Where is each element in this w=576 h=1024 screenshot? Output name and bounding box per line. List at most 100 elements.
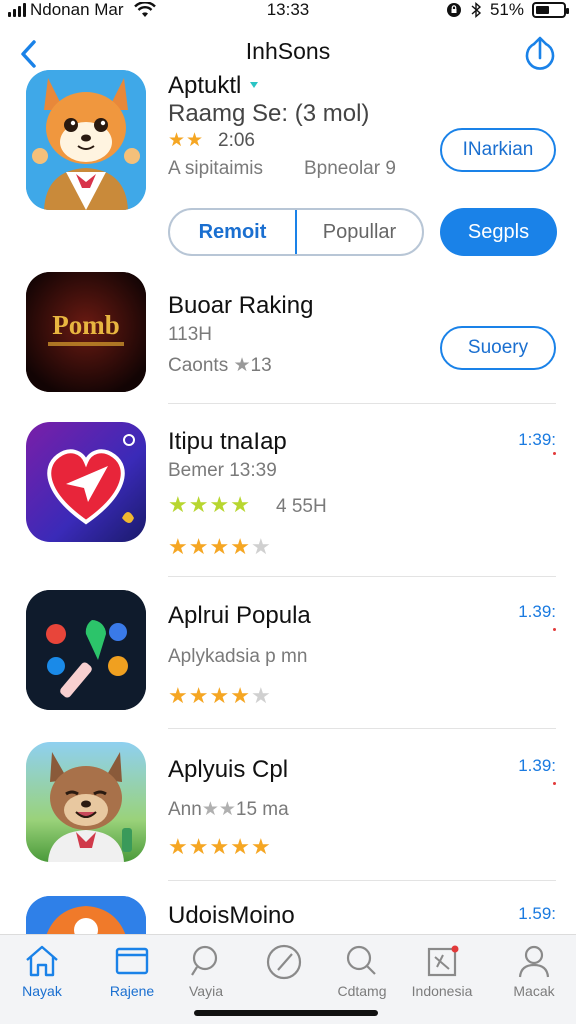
app-rating: 13 (250, 355, 272, 376)
person-icon (518, 945, 550, 978)
star-filled-icon: ★ (188, 534, 210, 559)
shapes-logo (26, 590, 146, 710)
star-filled-icon: ★ (209, 834, 231, 859)
star-filled-icon: ★ (188, 492, 210, 517)
header-app-name: Aptuktl (168, 72, 242, 99)
app-meta-secondary: Caonts ★13 (168, 354, 272, 377)
app-meta: Aplykadsia p mn (168, 646, 308, 667)
tab-search-2[interactable]: Cdtamg (322, 943, 402, 999)
dog-illustration (26, 742, 146, 862)
star-filled-icon: ★ (230, 492, 251, 517)
tab-label: Indonesia (411, 983, 473, 999)
app-icon-game[interactable]: Pomb (26, 272, 146, 392)
battery-icon (532, 2, 569, 18)
fox-illustration (26, 70, 146, 210)
star-filled-icon: ★ (209, 492, 231, 517)
star-icon: ★ (233, 355, 251, 376)
segmented-control: Remoit Popullar (168, 208, 424, 256)
star-empty-icon: ★ (250, 683, 272, 708)
tab-profile[interactable]: Macak (494, 943, 574, 999)
app-stars: ★★★★★ (168, 834, 272, 860)
header-app-action-button[interactable]: INarkian (440, 128, 556, 172)
star-filled-icon: ★ (230, 834, 251, 859)
app-price[interactable]: 1:39: (518, 430, 556, 450)
star-filled-icon: ★ (209, 534, 231, 559)
star-filled-icon: ★ (230, 534, 251, 559)
header-app-subtitle: Raamg Se: (3 mol) (168, 100, 370, 127)
app-icon-fox[interactable] (26, 70, 146, 210)
app-meta-text: Ann (168, 799, 202, 820)
tab-browse[interactable]: Rajene (92, 943, 172, 999)
search-icon (191, 945, 218, 976)
inline-stars: ★★ (201, 799, 236, 820)
app-icon-dog[interactable] (26, 742, 146, 862)
header-app-info-left: A sipitaimis (168, 158, 264, 179)
app-meta-suffix: 15 ma (235, 799, 289, 820)
star-filled-icon: ★ (188, 834, 210, 859)
app-name: Buoar Raking (168, 292, 314, 319)
app-price[interactable]: 1.39: (518, 756, 556, 776)
app-price[interactable]: 1.59: (518, 904, 556, 924)
app-stars: ★★★★★ (168, 534, 272, 560)
divider (168, 576, 556, 577)
status-bar: Ndonan Mar 13:33 51% (0, 0, 576, 22)
svg-text:Pomb: Pomb (52, 310, 120, 340)
app-stars: ★★★★★ (168, 683, 272, 709)
header-app-rating-text: 2:06 (218, 130, 255, 151)
primary-button[interactable]: Segpls (440, 208, 557, 256)
app-icon-heart[interactable] (26, 422, 146, 542)
app-icon-partial[interactable] (26, 896, 146, 936)
tab-search[interactable]: Vayia (166, 943, 246, 999)
divider (168, 880, 556, 881)
app-name: UdoisMoino (168, 902, 295, 929)
price-indicator (553, 628, 556, 631)
home-indicator[interactable] (194, 1010, 378, 1016)
game-logo: Pomb (26, 272, 146, 392)
star-filled-icon: ★ (168, 683, 189, 708)
bluetooth-icon (471, 1, 482, 19)
star-filled-icon: ★ (230, 683, 251, 708)
segment-popular[interactable]: Popullar (295, 210, 422, 254)
app-name: Itipu tnaIap (168, 428, 287, 455)
app-meta: 113H (168, 324, 213, 345)
segment-recent[interactable]: Remoit (170, 210, 295, 254)
app-stars-green: ★★★★ (168, 492, 251, 518)
tab-explore[interactable] (244, 943, 324, 985)
lock-rotation-icon (446, 3, 461, 17)
tab-label: Vayia (189, 983, 223, 999)
divider (168, 728, 556, 729)
tab-bar: Nayak Rajene Vayia Cdtamg Indonesia Maca… (0, 934, 576, 1024)
browser-icon (115, 947, 149, 975)
app-price[interactable]: 1.39: (518, 602, 556, 622)
tab-label: Macak (513, 983, 555, 999)
price-indicator (553, 782, 556, 785)
battery-percent: 51% (489, 0, 524, 19)
star-filled-icon: ★ (168, 492, 189, 517)
tab-indonesia[interactable]: Indonesia (402, 943, 482, 999)
tab-label: Cdtamg (337, 983, 387, 999)
app-category: Caonts (168, 355, 229, 376)
share-icon[interactable] (522, 34, 558, 74)
app-meta-secondary: 4 55H (276, 496, 327, 517)
search-icon (346, 945, 376, 975)
star-filled-icon: ★ (209, 683, 231, 708)
heart-send-logo (26, 422, 146, 542)
divider (168, 403, 556, 404)
app-icon-shapes[interactable] (26, 590, 146, 710)
app-meta: Ann★★15 ma (168, 798, 289, 821)
verified-icon (250, 82, 258, 88)
status-right-group: 51% (446, 0, 569, 20)
star-filled-icon: ★ (250, 834, 272, 859)
puzzle-icon (427, 945, 459, 977)
page-title: InhSons (245, 38, 331, 64)
star-filled-icon: ★ (168, 834, 189, 859)
app-action-button[interactable]: Suoery (440, 326, 556, 370)
star-filled-icon: ★ (188, 683, 210, 708)
partial-logo (26, 896, 146, 936)
tab-home[interactable]: Nayak (2, 943, 82, 999)
header-app-stars: ★★ (168, 129, 204, 152)
compass-icon (266, 944, 302, 980)
star-empty-icon: ★ (250, 534, 272, 559)
star-filled-icon: ★ (168, 534, 189, 559)
app-name: Aplrui Popula (168, 602, 311, 629)
